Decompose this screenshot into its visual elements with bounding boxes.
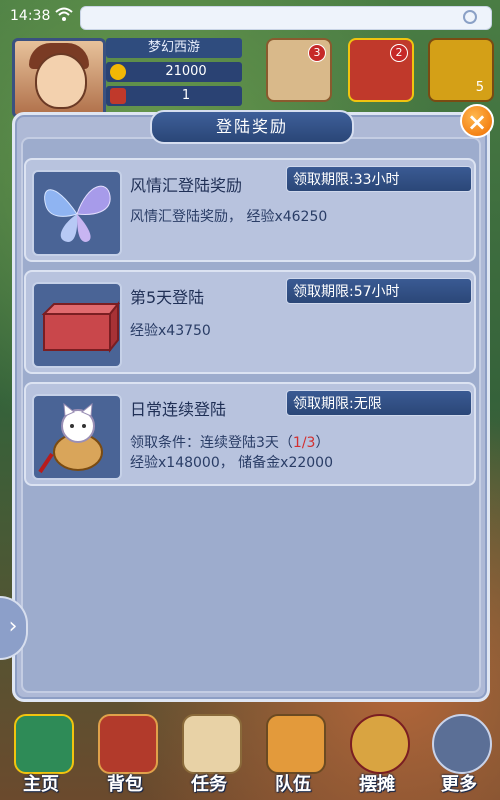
close-icon: × [466,108,488,136]
status-bar: 14:38 [0,0,500,34]
player-info-panel: 梦幻西游 21000 1 [106,38,242,110]
scroll-event-icon[interactable]: 3 [266,38,332,102]
nav-label: 任务 [191,774,227,795]
condition-progress: 1/3 [292,435,316,451]
home-icon [14,714,74,774]
clock: 14:38 [10,8,51,24]
reward-condition: 领取条件：连续登陆3天（1/3） [130,432,329,452]
reward-row[interactable]: 日常连续登陆 领取期限:无限 领取条件：连续登陆3天（1/3） 经验x14800… [24,382,476,486]
nav-label: 摆摊 [359,774,395,795]
gold-coin-icon [110,64,126,80]
close-button[interactable]: × [460,104,494,138]
wifi-icon [54,6,74,26]
quest-scroll-icon [182,714,242,774]
nav-home[interactable]: 主页 [0,704,82,800]
player-avatar[interactable] [12,38,106,118]
nav-stall[interactable]: 摆摊 [336,704,418,800]
reward-description: 经验x43750 [130,323,211,339]
treasure-chest-icon[interactable]: 2 [348,38,414,102]
address-bar[interactable] [80,6,492,30]
item-row: 1 [106,86,242,106]
item-value: 1 [181,88,191,103]
reward-title: 第5天登陆 [130,288,205,307]
reward-description: 经验x148000， 储备金x22000 [130,455,333,471]
axe-event-icon[interactable] [428,38,494,102]
chest-badge: 2 [390,44,408,62]
nav-label: 更多 [441,774,477,795]
gold-value: 21000 [165,64,207,79]
reward-row[interactable]: 风情汇登陆奖励 领取期限:33小时 风情汇登陆奖励， 经验x46250 [24,158,476,262]
avatar-face [35,53,87,109]
nav-label: 背包 [107,774,143,795]
condition-suffix: ） [315,435,330,451]
dialog-title: 登陆奖励 [150,110,354,144]
nav-backpack[interactable]: 背包 [84,704,166,800]
nav-quest[interactable]: 任务 [168,704,250,800]
butterfly-icon [32,170,122,256]
gold-row: 21000 [106,62,242,82]
chest-icon [110,88,126,104]
reward-title: 日常连续登陆 [130,400,227,419]
event-badge: 3 [308,44,326,62]
player-name: 梦幻西游 [106,38,242,58]
top-event-icons: 3 2 [256,34,500,106]
condition-prefix: 领取条件：连续登陆3天（ [130,435,293,451]
reward-title: 风情汇登陆奖励 [130,176,243,195]
reward-deadline: 领取期限:33小时 [286,166,472,192]
stall-icon [350,714,410,774]
corner-count: 5 [475,80,484,95]
reward-deadline: 领取期限:无限 [286,390,472,416]
bottom-nav: 主页 背包 任务 队伍 摆摊 更多 [0,704,500,800]
menu-circle-icon[interactable] [463,10,477,24]
nav-label: 主页 [23,774,59,795]
reward-deadline: 领取期限:57小时 [286,278,472,304]
lucky-cat-icon [32,394,122,480]
chevron-right-icon: › [8,614,18,639]
nav-label: 队伍 [275,774,311,795]
more-icon [432,714,492,774]
reward-row[interactable]: 第5天登陆 领取期限:57小时 经验x43750 [24,270,476,374]
red-box-icon [32,282,122,368]
nav-team[interactable]: 队伍 [252,704,334,800]
nav-more[interactable]: 更多 [418,704,500,800]
reward-description: 风情汇登陆奖励， 经验x46250 [130,209,328,225]
team-icon [266,714,326,774]
backpack-icon [98,714,158,774]
